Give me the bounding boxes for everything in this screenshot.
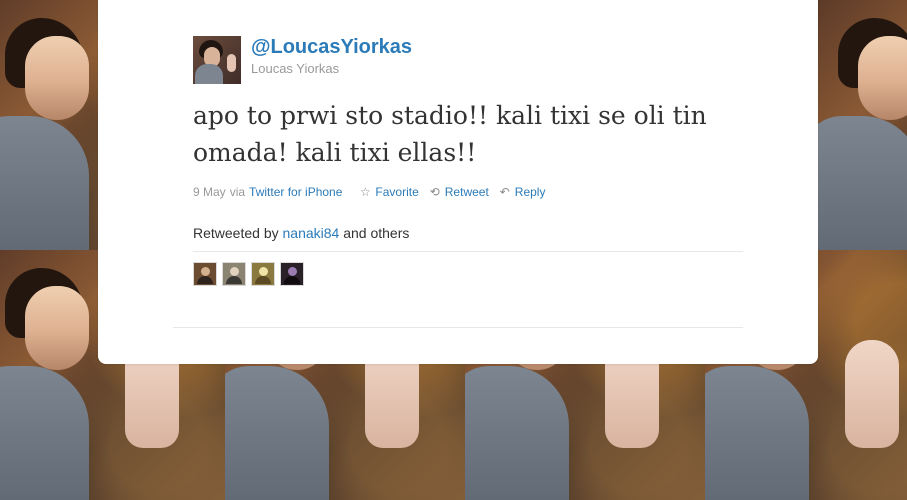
bottom-divider <box>173 327 743 328</box>
star-icon: ☆ <box>360 185 371 199</box>
favorite-label: Favorite <box>375 185 419 199</box>
retweeted-by-user[interactable]: nanaki84 <box>283 225 340 241</box>
retweet-icon: ⟲ <box>429 185 440 199</box>
tweet-text: apo to prwi sto stadio!! kali tixi se ol… <box>193 101 707 167</box>
tweet-date[interactable]: 9 May <box>193 184 226 200</box>
tweet-source-link[interactable]: Twitter for iPhone <box>249 184 342 200</box>
retweeter-avatar[interactable] <box>280 262 304 286</box>
retweet-button[interactable]: ⟲ Retweet <box>427 184 489 200</box>
reply-label: Reply <box>514 185 546 199</box>
profile-avatar[interactable] <box>193 36 241 84</box>
favorite-button[interactable]: ☆ Favorite <box>357 184 419 200</box>
retweeter-avatars <box>193 262 304 286</box>
retweet-label: Retweet <box>444 185 489 199</box>
reply-icon: ↶ <box>499 185 510 199</box>
retweeter-avatar[interactable] <box>222 262 246 286</box>
tweet-meta: 9 May via Twitter for iPhone ☆ Favorite … <box>193 184 545 200</box>
retweeted-by-prefix: Retweeted by <box>193 225 279 241</box>
retweeter-avatar[interactable] <box>251 262 275 286</box>
retweeter-avatar[interactable] <box>193 262 217 286</box>
retweeted-by-suffix: and others <box>343 225 410 241</box>
background-photo-tile <box>818 0 907 250</box>
tweet-via-label: via <box>229 185 246 199</box>
reply-button[interactable]: ↶ Reply <box>497 184 546 200</box>
profile-handle[interactable]: @LoucasYiorkas <box>251 35 412 59</box>
retweeted-by-row: Retweeted by nanaki84 and others <box>193 224 409 242</box>
divider <box>193 251 743 252</box>
profile-name: Loucas Yiorkas <box>251 61 340 76</box>
tweet-card: @LoucasYiorkas Loucas Yiorkas apo to prw… <box>98 0 818 364</box>
